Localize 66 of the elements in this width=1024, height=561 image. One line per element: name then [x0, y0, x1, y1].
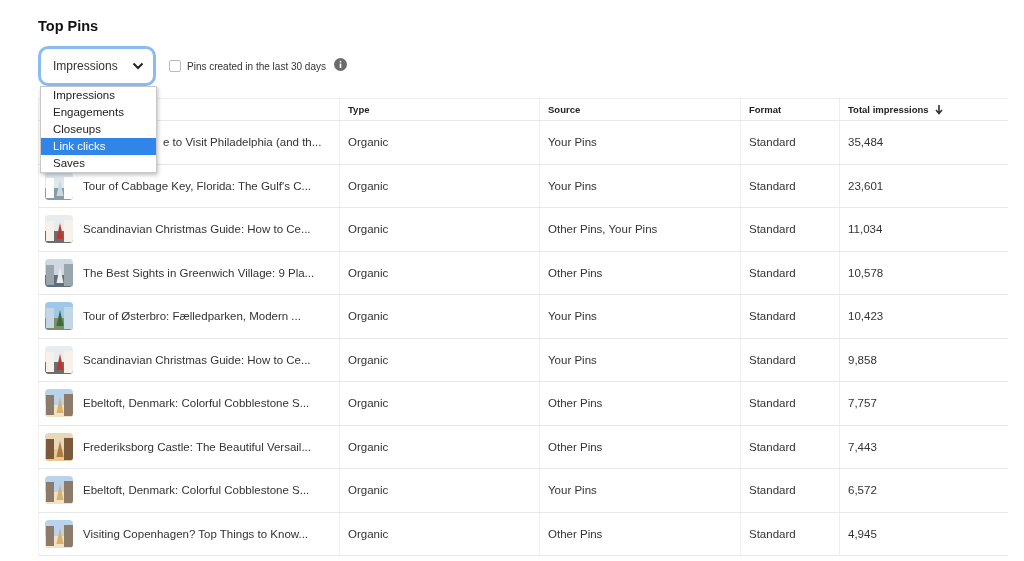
impressions-count: 4,945	[848, 527, 877, 540]
checkbox-label: Pins created in the last 30 days	[187, 60, 326, 72]
pin-format: Standard	[749, 179, 796, 192]
pin-source: Other Pins, Your Pins	[548, 223, 658, 236]
dropdown-option[interactable]: Impressions	[41, 87, 156, 104]
impressions-count: 7,757	[848, 397, 877, 410]
pin-title[interactable]: Scandinavian Christmas Guide: How to Ce...	[83, 223, 311, 236]
pin-title[interactable]: The Best Sights in Greenwich Village: 9 Pla...	[83, 266, 315, 279]
impressions-count: 9,858	[848, 353, 877, 366]
dropdown-option[interactable]: Link clicks	[41, 138, 156, 155]
pin-format: Standard	[749, 527, 796, 540]
pin-source: Other Pins	[548, 397, 603, 410]
impressions-count: 7,443	[848, 440, 877, 453]
pin-type: Organic	[348, 266, 389, 279]
column-header[interactable]: Type	[348, 104, 370, 115]
checkbox[interactable]	[169, 60, 181, 72]
pin-format: Standard	[749, 397, 796, 410]
pin-format: Standard	[749, 136, 796, 149]
pin-format: Standard	[749, 440, 796, 453]
metric-dropdown[interactable]: Impressions	[38, 46, 156, 86]
column-header[interactable]: Total impressions	[848, 104, 943, 115]
pin-source: Your Pins	[548, 310, 597, 323]
column-header[interactable]: Source	[548, 104, 581, 115]
impressions-count: 6,572	[848, 484, 877, 497]
pin-type: Organic	[348, 353, 389, 366]
pin-type: Organic	[348, 223, 389, 236]
pin-title[interactable]: e to Visit Philadelphia (and th...	[163, 136, 322, 149]
impressions-count: 11,034	[848, 223, 883, 236]
dropdown-option[interactable]: Saves	[41, 155, 156, 172]
pin-title[interactable]: Ebeltoft, Denmark: Colorful Cobblestone S...	[83, 397, 310, 410]
pin-format: Standard	[749, 223, 796, 236]
pin-type: Organic	[348, 310, 389, 323]
pin-format: Standard	[749, 266, 796, 279]
pin-title[interactable]: Tour of Østerbro: Fælledparken, Modern ...	[83, 310, 301, 323]
pin-source: Your Pins	[548, 136, 597, 149]
pin-source: Your Pins	[548, 179, 597, 192]
column-header[interactable]: Format	[749, 104, 782, 115]
section-title: Top Pins	[38, 17, 100, 35]
impressions-count: 10,423	[848, 310, 884, 323]
pin-type: Organic	[348, 136, 389, 149]
pin-title[interactable]: Scandinavian Christmas Guide: How to Ce...	[83, 353, 311, 366]
pin-format: Standard	[749, 353, 796, 366]
pin-type: Organic	[348, 527, 389, 540]
dropdown-option[interactable]: Closeups	[41, 121, 156, 138]
impressions-count: 35,484	[848, 136, 884, 149]
pin-source: Your Pins	[548, 353, 597, 366]
dropdown-option[interactable]: Engagements	[41, 104, 156, 121]
sort-down-icon	[934, 104, 943, 115]
pin-type: Organic	[348, 179, 389, 192]
pin-title[interactable]: Ebeltoft, Denmark: Colorful Cobblestone S...	[83, 484, 310, 497]
pin-source: Your Pins	[548, 484, 597, 497]
pin-title[interactable]: Visiting Copenhagen? Top Things to Know...	[83, 527, 309, 540]
pin-source: Other Pins	[548, 527, 603, 540]
pin-source: Other Pins	[548, 440, 603, 453]
pin-source: Other Pins	[548, 266, 603, 279]
pin-title[interactable]: Tour of Cabbage Key, Florida: The Gulf's C...	[83, 179, 312, 192]
pin-format: Standard	[749, 310, 796, 323]
pin-title[interactable]: Frederiksborg Castle: The Beautiful Versail...	[83, 440, 311, 453]
impressions-count: 10,578	[848, 266, 884, 279]
chevron-down-icon	[132, 62, 144, 70]
pin-format: Standard	[749, 484, 796, 497]
pin-type: Organic	[348, 440, 389, 453]
pin-type: Organic	[348, 484, 389, 497]
impressions-count: 23,601	[848, 179, 884, 192]
info-icon	[334, 58, 347, 71]
pin-type: Organic	[348, 397, 389, 410]
